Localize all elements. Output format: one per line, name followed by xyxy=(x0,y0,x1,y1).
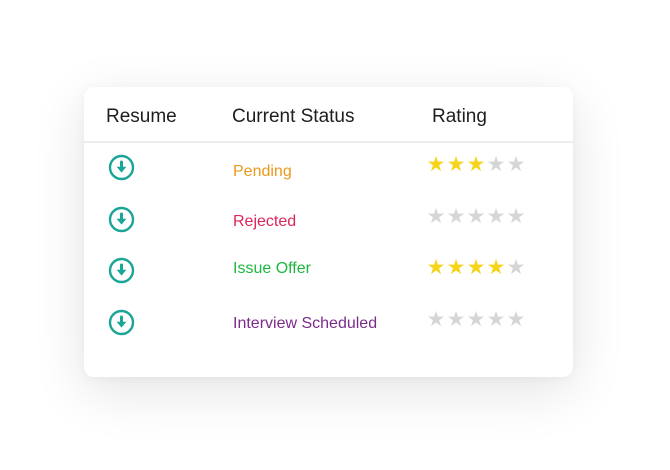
star-icon[interactable]: ★ xyxy=(426,309,446,330)
table-row: Issue Offer ★★★★★ xyxy=(84,257,573,297)
star-icon[interactable]: ★ xyxy=(466,309,486,330)
star-icon[interactable]: ★ xyxy=(506,154,526,175)
status-label: Issue Offer xyxy=(233,260,311,277)
download-icon[interactable] xyxy=(108,206,135,233)
star-icon[interactable]: ★ xyxy=(506,309,526,330)
star-icon[interactable]: ★ xyxy=(486,154,506,175)
applicants-card: Resume Current Status Rating Pending ★★★… xyxy=(84,87,573,377)
rating-stars[interactable]: ★★★★★ xyxy=(426,206,526,230)
star-icon[interactable]: ★ xyxy=(466,154,486,175)
star-icon[interactable]: ★ xyxy=(486,257,506,278)
star-icon[interactable]: ★ xyxy=(466,257,486,278)
star-icon[interactable]: ★ xyxy=(446,257,466,278)
star-icon[interactable]: ★ xyxy=(446,206,466,227)
status-label: Interview Scheduled xyxy=(233,315,378,332)
table-row: Interview Scheduled ★★★★★ xyxy=(84,309,573,349)
header-resume: Resume xyxy=(106,106,177,127)
table-row: Pending ★★★★★ xyxy=(84,154,573,194)
table-row: Rejected ★★★★★ xyxy=(84,206,573,246)
status-label: Rejected xyxy=(233,213,297,230)
header-rating: Rating xyxy=(432,106,487,127)
star-icon[interactable]: ★ xyxy=(446,309,466,330)
rating-stars[interactable]: ★★★★★ xyxy=(426,309,526,333)
header-current-status: Current Status xyxy=(232,106,355,127)
star-icon[interactable]: ★ xyxy=(506,257,526,278)
download-icon[interactable] xyxy=(108,257,135,284)
star-icon[interactable]: ★ xyxy=(486,309,506,330)
star-icon[interactable]: ★ xyxy=(426,154,446,175)
download-icon[interactable] xyxy=(108,154,135,181)
star-icon[interactable]: ★ xyxy=(426,257,446,278)
rating-stars[interactable]: ★★★★★ xyxy=(426,154,526,178)
status-label: Pending xyxy=(233,163,292,180)
star-icon[interactable]: ★ xyxy=(486,206,506,227)
header-divider xyxy=(84,141,573,143)
rating-stars[interactable]: ★★★★★ xyxy=(426,257,526,281)
download-icon[interactable] xyxy=(108,309,135,336)
star-icon[interactable]: ★ xyxy=(446,154,466,175)
star-icon[interactable]: ★ xyxy=(466,206,486,227)
star-icon[interactable]: ★ xyxy=(426,206,446,227)
star-icon[interactable]: ★ xyxy=(506,206,526,227)
